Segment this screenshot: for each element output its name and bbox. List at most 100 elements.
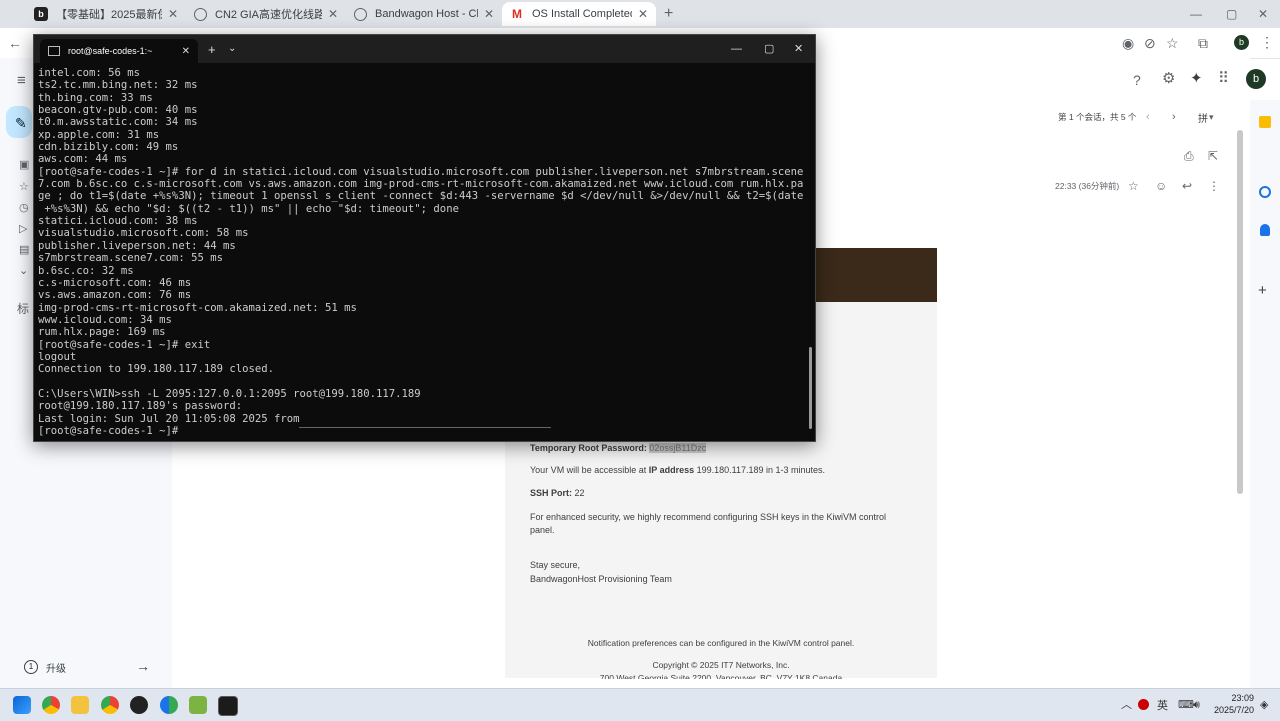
reply-icon[interactable]: ↩ [1182, 179, 1192, 193]
tray-expand-icon[interactable]: ︿ [1121, 698, 1132, 712]
terminal-line: Last login: Sun Jul 20 11:05:08 2025 fro… [38, 412, 300, 425]
more-chevron-icon[interactable]: ⌄ [19, 264, 28, 278]
dropdown-caret-icon[interactable]: ▾ [1209, 110, 1214, 124]
settings-gear-icon[interactable]: ⚙ [1162, 71, 1175, 86]
apps-grid-icon[interactable]: ⠿ [1218, 71, 1229, 86]
open-new-window-icon[interactable]: ⇱ [1208, 149, 1218, 163]
new-tab-icon[interactable]: + [208, 43, 216, 57]
print-icon[interactable]: ⎙ [1184, 149, 1194, 163]
volume-icon[interactable]: 🔊︎ [1193, 698, 1200, 712]
profile-avatar[interactable]: b [1234, 35, 1249, 50]
star-email-icon[interactable]: ☆ [1128, 179, 1139, 193]
terminal-line: C:\Users\WIN>ssh -L 2095:127.0.0.1:2095 … [38, 387, 421, 400]
next-chevron-icon[interactable]: › [1172, 110, 1176, 124]
ime-indicator[interactable]: 英 [1157, 697, 1168, 713]
password-value[interactable]: 02ossjB11Dzc [649, 443, 707, 453]
network-icon[interactable]: ⌨ [1178, 698, 1194, 712]
start-windows-icon[interactable] [13, 696, 31, 714]
terminal-line: rum.hlx.page: 169 ms [38, 326, 166, 339]
tab-3-active[interactable]: M OS Install Completed for VM ✕ [502, 2, 656, 26]
prev-chevron-icon[interactable]: ‹ [1146, 110, 1150, 124]
extensions-icon[interactable]: ⧉ [1198, 36, 1208, 50]
starred-icon[interactable]: ☆ [19, 180, 29, 194]
snoozed-icon[interactable]: ◷ [19, 201, 29, 215]
close-icon[interactable]: ✕ [328, 7, 338, 21]
minimize-icon[interactable]: — [1190, 7, 1202, 21]
page-scrollbar[interactable] [1237, 130, 1243, 494]
terminal-line: intel.com: 56 ms [38, 67, 141, 79]
terminal-line: cdn.bizibly.com: 49 ms [38, 141, 179, 154]
close-icon[interactable]: ✕ [638, 7, 648, 21]
tab-2[interactable]: Bandwagon Host - Client Ar ✕ [346, 2, 502, 26]
drafts-icon[interactable]: ▤ [19, 243, 29, 257]
chrome-profile-icon[interactable] [101, 696, 119, 714]
more-vert-icon[interactable]: ⋮ [1260, 35, 1274, 49]
terminal-app-icon[interactable] [218, 696, 238, 716]
close-icon[interactable]: ✕ [484, 7, 494, 21]
address-fragment: 700 West Georgia Suite 2200, Vancouver, … [599, 673, 843, 679]
close-tab-icon[interactable]: ✕ [182, 46, 190, 57]
clock-time[interactable]: 23:09 [1214, 693, 1254, 703]
selection-underline [299, 427, 551, 428]
terminal-window[interactable]: root@safe-codes-1:~ ✕ + ⌄ — ▢ ✕ intel.co… [33, 34, 816, 442]
ime-toggle[interactable]: 拼 [1198, 110, 1208, 125]
tray-app-icon[interactable] [1138, 699, 1149, 710]
emoji-icon[interactable]: ☺ [1155, 179, 1167, 193]
file-explorer-icon[interactable] [71, 696, 89, 714]
terminal-line: vs.aws.amazon.com: 76 ms [38, 289, 192, 302]
terminal-output[interactable]: intel.com: 56 ms ts2.tc.mm.bing.net: 32 m… [38, 67, 804, 437]
sent-icon[interactable]: ▷ [19, 222, 27, 236]
terminal-line: +%s%3N) && echo "$d: $((t2 - t1)) ms" ||… [38, 202, 459, 215]
add-addon-icon[interactable]: + [1258, 283, 1267, 298]
eye-icon[interactable]: ◉ [1122, 36, 1134, 50]
contacts-icon[interactable] [1260, 224, 1270, 236]
app-icon[interactable] [130, 696, 148, 714]
more-options-icon[interactable]: ⋮ [1208, 179, 1220, 193]
b-icon: b [34, 7, 48, 21]
inbox-icon[interactable]: ▣ [19, 158, 29, 172]
upgrade-label[interactable]: 升级 [46, 660, 66, 675]
tab-1[interactable]: CN2 GIA高速优化线路VPS ✕ [186, 2, 346, 26]
clock-date[interactable]: 2025/7/20 [1206, 705, 1254, 715]
browser-tab-strip: b 【零基础】2025最新保姆级代 ✕ CN2 GIA高速优化线路VPS ✕ B… [0, 0, 1280, 28]
terminal-line: root@199.180.117.189's password: [38, 400, 243, 413]
close-icon[interactable]: ✕ [168, 7, 178, 21]
terminal-line: 7.com b.6sc.co c.s-microsoft.com vs.aws.… [38, 178, 804, 191]
gemini-sparkle-icon[interactable]: ✦ [1190, 71, 1203, 86]
ssh-port-line: SSH Port: 22 [530, 488, 585, 498]
terminal-line: s7mbrstream.scene7.com: 55 ms [38, 252, 223, 265]
keep-icon[interactable] [1259, 116, 1271, 128]
close-window-icon[interactable]: ✕ [794, 42, 803, 56]
tab-0[interactable]: b 【零基础】2025最新保姆级代 ✕ [26, 2, 186, 26]
copyright: Copyright © 2025 IT7 Networks, Inc. [652, 660, 790, 670]
minimize-icon[interactable]: — [731, 42, 742, 56]
notification-icon[interactable]: ◈ [1260, 698, 1268, 712]
terminal-line: [root@safe-codes-1 ~]# exit [38, 338, 211, 351]
help-icon[interactable]: ? [1133, 73, 1141, 87]
terminal-scrollbar[interactable] [809, 347, 812, 429]
terminal-line: Connection to 199.180.117.189 closed. [38, 363, 274, 376]
terminal-tab[interactable]: root@safe-codes-1:~ ✕ [40, 39, 198, 63]
tasks-icon[interactable] [1259, 186, 1271, 198]
terminal-icon [48, 46, 60, 56]
back-arrow-icon[interactable]: ← [8, 36, 22, 50]
maximize-icon[interactable]: ▢ [1226, 7, 1237, 21]
terminal-line: visualstudio.microsoft.com: 58 ms [38, 227, 249, 240]
terminal-line: statici.icloud.com: 38 ms [38, 215, 198, 228]
side-panel-rail: + [1250, 100, 1280, 688]
arrow-right-icon[interactable]: → [136, 659, 150, 673]
terminal-line: publisher.liveperson.net: 44 ms [38, 239, 236, 252]
account-avatar[interactable]: b [1246, 69, 1266, 89]
app-green-icon[interactable] [189, 696, 207, 714]
close-window-icon[interactable]: ✕ [1258, 7, 1268, 21]
menu-icon[interactable]: ≡ [17, 73, 26, 88]
maximize-icon[interactable]: ▢ [764, 42, 774, 56]
chevron-down-icon[interactable]: ⌄ [228, 42, 236, 56]
globe-icon [354, 7, 367, 21]
star-icon[interactable]: ☆ [1166, 36, 1179, 50]
chrome-alt-icon[interactable] [160, 696, 178, 714]
ssh-port-label: SSH Port: [530, 488, 573, 498]
eye-off-icon[interactable]: ⊘ [1144, 36, 1156, 50]
chrome-icon[interactable] [42, 696, 60, 714]
new-tab-icon[interactable]: + [664, 6, 673, 22]
